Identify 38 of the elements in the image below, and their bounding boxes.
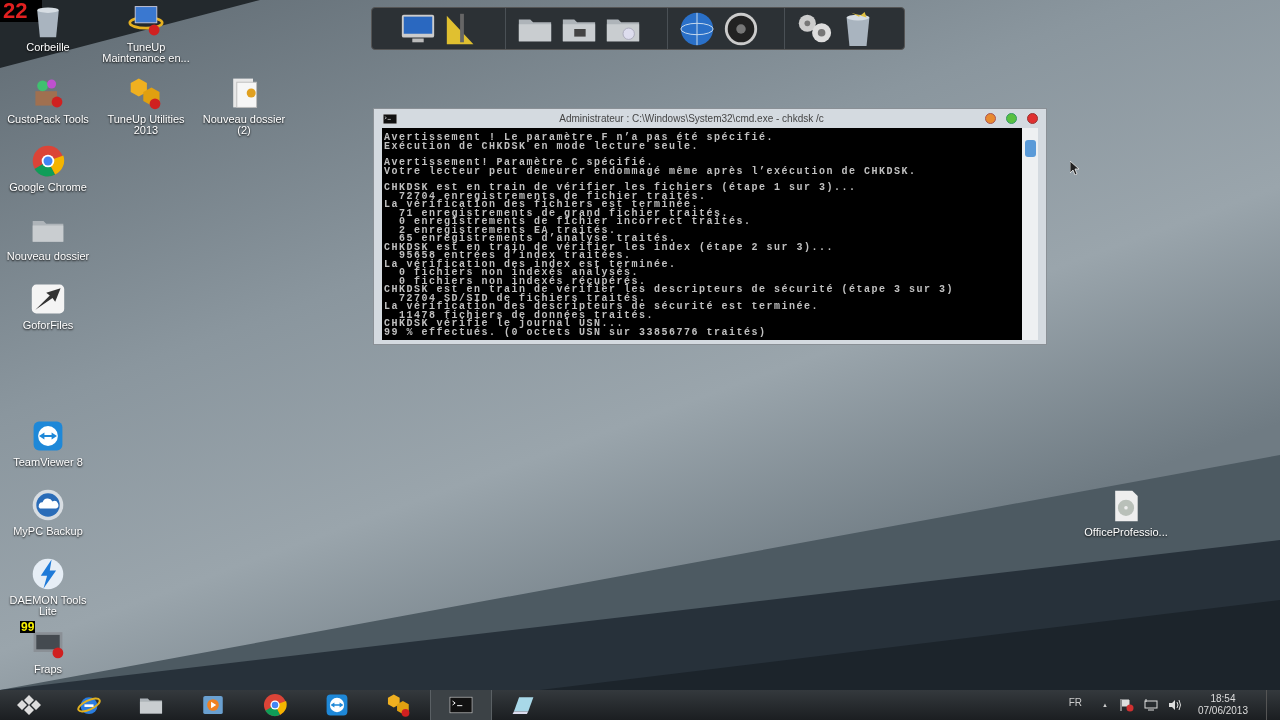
flag-icon[interactable] [1119,698,1134,712]
fps-counter: 99 [20,621,36,633]
icon-label[interactable]: OfficeProfessio... [1084,527,1168,538]
console-line: 99 % effectués. (0 octets USN sur 33856776 traités) [384,328,768,337]
fps-counter: 22 [0,0,42,22]
icon-label[interactable]: Google Chrome [9,182,87,193]
icon-label[interactable]: Nouveau dossier [6,251,90,262]
icon-label[interactable]: TuneUp Utilities 2013 [107,114,185,136]
console-line: Exécution de CHKDSK en mode lecture seule. [384,142,701,151]
lightning-icon [30,556,66,592]
hexagon-tools-icon [386,692,412,718]
icon-label[interactable]: Corbeille [26,42,70,53]
mouse-pointer-icon [1070,161,1080,175]
minimize-button[interactable] [985,113,996,124]
icon-label[interactable]: CustoPack Tools [7,114,89,125]
icon-label[interactable]: Nouveau dossier (2) [202,114,286,136]
teamviewer-icon [324,692,350,718]
network-icon[interactable] [1143,699,1158,711]
icon-label[interactable]: TeamViewer 8 [13,457,83,468]
chrome-icon [262,692,288,718]
icon-label[interactable]: Fraps [33,664,63,675]
chrome-icon [30,143,66,179]
scrollbar[interactable] [1022,128,1038,340]
clock-time[interactable]: 18:54 [1210,693,1236,705]
console-line: CHKDSK est en train de vérifier les index (étape 2 sur 3)... [384,243,836,252]
volume-icon[interactable] [1167,699,1182,711]
icon-label[interactable]: GoforFiles [22,320,74,331]
scroll-thumb[interactable] [1024,140,1036,157]
windows-logo-icon [15,695,43,715]
clock-date[interactable]: 07/06/2013 [1197,705,1248,717]
language-indicator[interactable]: FR [1068,694,1082,710]
icon-label[interactable]: MyPC Backup [13,526,83,537]
window-title: Administrateur : C:\Windows\System32\cmd.exe - chkdsk /c [558,112,825,126]
close-button[interactable] [1027,113,1038,124]
icon-label[interactable]: DAEMON Tools Lite [9,595,87,617]
cloud-backup-icon [30,487,66,523]
icon-label[interactable]: TuneUp Maintenance en... [102,42,190,64]
console-line: Votre lecteur peut demeurer endommagé même après l’exécution de CHKDSK. [384,167,918,176]
